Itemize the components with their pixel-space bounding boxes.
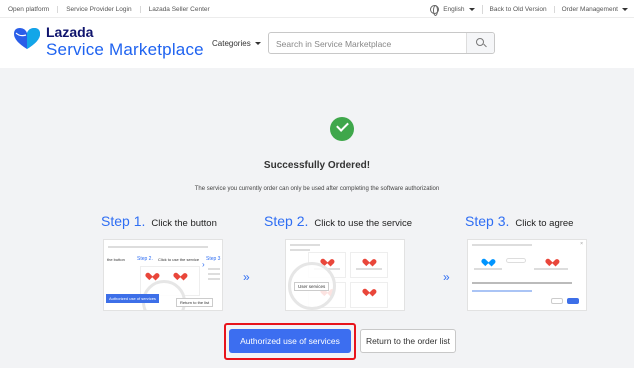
double-chevron-right-icon: » xyxy=(243,270,250,284)
search-box: Search in Service Marketplace xyxy=(268,32,495,54)
language-label: English xyxy=(443,5,465,13)
text-line xyxy=(208,268,220,270)
search-icon xyxy=(476,38,484,46)
order-management-label: Order Management xyxy=(561,5,618,13)
thumb-authorize-button: Authorized use of services xyxy=(106,294,159,303)
thumb-cancel-button xyxy=(551,298,563,304)
thumb-agree-button xyxy=(567,298,579,304)
top-links: Open platform Service Provider Login Laz… xyxy=(8,0,218,18)
heart-icon xyxy=(365,286,373,293)
categories-label: Categories xyxy=(212,39,251,48)
text-line xyxy=(208,273,220,275)
heart-icon xyxy=(323,256,331,263)
success-check-icon xyxy=(330,117,354,141)
text-line xyxy=(290,249,310,251)
text-line xyxy=(472,244,532,246)
order-management-menu[interactable]: Order Management xyxy=(555,6,628,13)
success-subtitle: The service you currently order can only… xyxy=(194,186,440,192)
text-line xyxy=(474,268,502,270)
text-line xyxy=(108,246,208,248)
search-button[interactable] xyxy=(466,33,494,53)
step-text: Click to use the service xyxy=(314,218,413,229)
step-number: Step 2. xyxy=(264,213,309,229)
search-input[interactable]: Search in Service Marketplace xyxy=(276,39,391,49)
top-bar: Open platform Service Provider Login Laz… xyxy=(0,0,634,18)
seller-center-link[interactable]: Lazada Seller Center xyxy=(141,6,218,13)
lazada-heart-logo-icon[interactable] xyxy=(12,26,42,50)
step-2-screenshot: User services xyxy=(285,239,405,311)
highlight-box xyxy=(224,323,356,360)
header: Lazada Service Marketplace Categories Se… xyxy=(0,18,634,68)
back-old-version-label: Back to Old Version xyxy=(489,5,547,13)
lazada-heart-icon xyxy=(484,256,492,263)
step-text: Click to agree xyxy=(515,218,574,229)
double-chevron-icon: › xyxy=(202,260,205,269)
caret-down-icon xyxy=(254,42,261,45)
thumb-step3: Step 3 xyxy=(206,256,221,262)
text-line xyxy=(356,268,382,270)
thumb-user-services: User services xyxy=(294,282,330,291)
service-provider-login-link[interactable]: Service Provider Login xyxy=(58,5,141,13)
open-platform-link[interactable]: Open platform xyxy=(8,5,59,13)
heart-icon xyxy=(548,256,556,263)
text-line xyxy=(208,278,220,280)
top-right-menu: English Back to Old Version Order Manage… xyxy=(423,0,628,18)
step-text: Click the button xyxy=(151,218,217,229)
brand-name: Lazada xyxy=(46,24,94,40)
step-number: Step 3. xyxy=(465,213,510,229)
step-1-heading: Step 1. Click the button xyxy=(101,213,217,229)
return-to-order-list-button[interactable]: Return to the order list xyxy=(360,329,456,353)
thumb-return-button: Return to the list xyxy=(176,298,214,307)
step-number: Step 1. xyxy=(101,213,146,229)
success-title: Successfully Ordered! xyxy=(263,160,371,171)
categories-dropdown[interactable]: Categories xyxy=(212,39,261,48)
caret-down-icon xyxy=(468,7,475,11)
heart-icon xyxy=(365,256,373,263)
globe-icon xyxy=(430,4,440,16)
language-selector[interactable]: English xyxy=(423,4,483,16)
step-3-screenshot: × xyxy=(467,239,587,311)
back-old-version-link[interactable]: Back to Old Version xyxy=(483,5,555,13)
thumb-label: the button xyxy=(107,257,125,262)
caret-down-icon xyxy=(622,7,628,11)
step-2-heading: Step 2. Click to use the service xyxy=(264,213,412,229)
heart-icon xyxy=(176,270,184,277)
connector xyxy=(506,258,526,263)
step-3-heading: Step 3. Click to agree xyxy=(465,213,573,229)
double-chevron-right-icon: » xyxy=(443,270,450,284)
text-line xyxy=(472,282,572,284)
brand-subtitle: Service Marketplace xyxy=(46,40,204,59)
text-line xyxy=(472,290,532,292)
text-line xyxy=(534,268,568,270)
step-1-screenshot: the button Step 2. Click to use the serv… xyxy=(103,239,223,311)
heart-icon xyxy=(148,270,156,277)
thumb-step2: Step 2. xyxy=(137,256,153,262)
thumb-step2-text: Click to use the service xyxy=(158,257,200,262)
close-icon: × xyxy=(580,241,583,247)
text-line xyxy=(290,244,320,246)
